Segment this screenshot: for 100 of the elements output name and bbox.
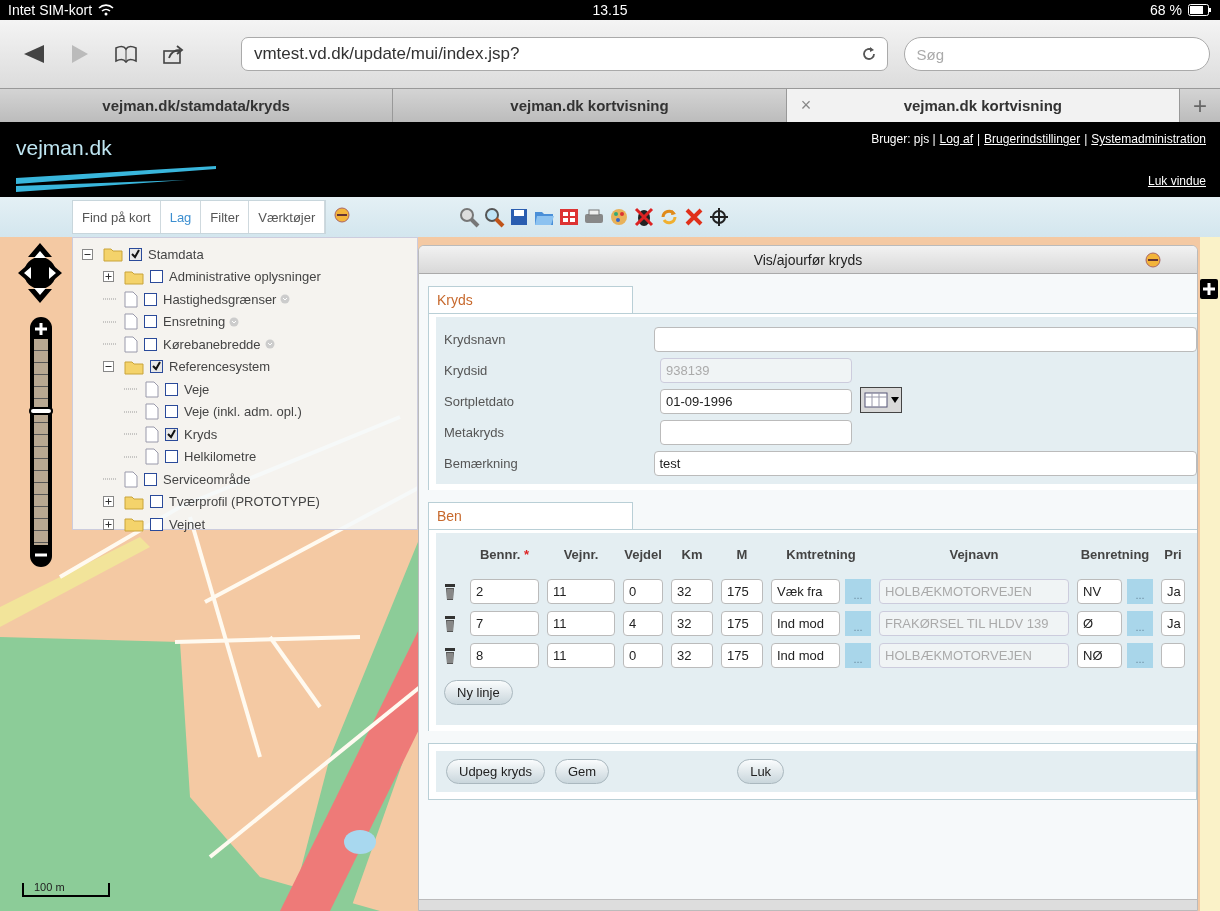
table-icon[interactable] bbox=[558, 206, 581, 228]
layer-label[interactable]: Vejnet bbox=[169, 516, 206, 532]
share-icon[interactable] bbox=[162, 44, 184, 64]
close-button[interactable]: Luk bbox=[737, 759, 785, 784]
add-row-button[interactable]: Ny linje bbox=[444, 680, 513, 705]
text-field[interactable] bbox=[653, 327, 1197, 352]
text-field[interactable]: NØ bbox=[1077, 643, 1122, 668]
layer-label[interactable]: Referencesystem bbox=[169, 359, 271, 375]
layer-label[interactable]: Veje (inkl. adm. opl.) bbox=[184, 404, 302, 420]
panel-tab[interactable]: Filter bbox=[201, 201, 250, 233]
layer-label[interactable]: Helkilometre bbox=[184, 449, 257, 465]
text-field[interactable]: 32 bbox=[671, 643, 713, 668]
text-field[interactable]: 0 bbox=[623, 643, 663, 668]
header-link[interactable]: Systemadministration bbox=[1091, 132, 1206, 146]
address-field[interactable]: vmtest.vd.dk/update/mui/index.jsp? bbox=[240, 37, 888, 71]
trash-icon[interactable] bbox=[444, 646, 456, 665]
checkbox[interactable] bbox=[165, 427, 178, 441]
section-tab[interactable]: Kryds bbox=[428, 286, 633, 313]
checkbox[interactable] bbox=[150, 360, 163, 374]
browser-tab[interactable]: vejman.dk kortvisning bbox=[393, 89, 787, 122]
text-field[interactable]: 11 bbox=[547, 643, 615, 668]
text-field[interactable]: Ø bbox=[1077, 611, 1122, 636]
checkbox[interactable] bbox=[144, 292, 157, 306]
layer-label[interactable]: Ensretning bbox=[163, 314, 226, 330]
expand-icon[interactable] bbox=[103, 518, 114, 530]
zoom-slider[interactable] bbox=[30, 317, 52, 567]
text-field[interactable]: NV bbox=[1077, 579, 1122, 604]
action-button[interactable]: Udpeg kryds bbox=[446, 759, 545, 784]
collapse-panel-icon[interactable] bbox=[334, 207, 351, 223]
layer-label[interactable]: Kryds bbox=[184, 426, 218, 442]
text-field[interactable]: Væk fra bbox=[771, 579, 840, 604]
layer-label[interactable]: Kørebanebredde bbox=[163, 336, 261, 352]
text-field[interactable]: 8 bbox=[470, 643, 539, 668]
tab-title[interactable]: vejman.dk kortvisning bbox=[903, 97, 1062, 114]
expand-icon[interactable] bbox=[103, 496, 114, 508]
text-field[interactable]: 175 bbox=[721, 579, 763, 604]
checkbox[interactable] bbox=[144, 315, 157, 329]
layer-label[interactable]: Hastighedsgrænser bbox=[163, 291, 277, 307]
checkbox[interactable] bbox=[150, 495, 163, 509]
trash-icon[interactable] bbox=[444, 582, 456, 601]
checkbox[interactable] bbox=[165, 382, 178, 396]
checkbox[interactable] bbox=[150, 270, 163, 284]
text-field[interactable]: 2 bbox=[470, 579, 539, 604]
panel-tab[interactable]: Værktøjer bbox=[249, 201, 326, 233]
text-field[interactable]: 11 bbox=[547, 611, 615, 636]
header-link[interactable]: Brugerindstillinger bbox=[984, 132, 1081, 146]
browser-tab[interactable]: × vejman.dk kortvisning bbox=[786, 89, 1180, 122]
text-field[interactable]: 175 bbox=[721, 611, 763, 636]
text-field[interactable]: Ja bbox=[1161, 579, 1185, 604]
section-tab[interactable]: Ben bbox=[428, 502, 633, 529]
text-field[interactable]: test bbox=[653, 451, 1197, 476]
back-icon[interactable] bbox=[22, 44, 46, 64]
checkbox[interactable] bbox=[150, 517, 163, 531]
text-field[interactable]: 11 bbox=[547, 579, 615, 604]
expand-icon[interactable] bbox=[103, 271, 114, 283]
plus-icon[interactable] bbox=[35, 323, 47, 335]
collapse-icon[interactable] bbox=[82, 248, 93, 260]
text-field[interactable]: 0 bbox=[623, 579, 663, 604]
zoom-tool-icon[interactable] bbox=[458, 206, 481, 228]
layer-label[interactable]: Tværprofil (PROTOTYPE) bbox=[169, 494, 320, 510]
tab-title[interactable]: vejman.dk kortvisning bbox=[510, 97, 669, 114]
browser-tab[interactable]: vejman.dk/stamdata/kryds bbox=[0, 89, 394, 122]
panel-tab[interactable]: Find på kort bbox=[73, 201, 161, 233]
header-link[interactable]: Log af bbox=[939, 132, 973, 146]
checkbox[interactable] bbox=[144, 472, 157, 486]
text-field[interactable]: Ja bbox=[1161, 611, 1185, 636]
checkbox[interactable] bbox=[144, 337, 157, 351]
text-field[interactable]: 7 bbox=[470, 611, 539, 636]
action-button[interactable]: Gem bbox=[555, 759, 610, 784]
expand-panel-icon[interactable] bbox=[1200, 279, 1218, 299]
crosshair-icon[interactable] bbox=[708, 206, 731, 228]
text-field[interactable]: 4 bbox=[623, 611, 663, 636]
search-icon[interactable] bbox=[483, 206, 506, 228]
calendar-icon[interactable] bbox=[860, 386, 902, 413]
close-window-link[interactable]: Luk vindue bbox=[1147, 174, 1206, 188]
text-field[interactable] bbox=[1161, 643, 1185, 668]
collapse-icon[interactable] bbox=[103, 361, 114, 373]
text-field[interactable] bbox=[660, 420, 852, 445]
layer-label[interactable]: Stamdata bbox=[148, 246, 204, 262]
text-field[interactable]: Ind mod bbox=[771, 643, 840, 668]
layer-label[interactable]: Administrative oplysninger bbox=[169, 269, 321, 285]
panel-tab[interactable]: Lag bbox=[160, 201, 202, 233]
trash-icon[interactable] bbox=[444, 614, 456, 633]
book-icon[interactable] bbox=[114, 45, 138, 63]
checkbox[interactable] bbox=[129, 247, 142, 261]
zoom-slider-thumb[interactable] bbox=[29, 407, 53, 416]
date-field[interactable]: 01-09-1996 bbox=[660, 389, 852, 414]
text-field[interactable]: 175 bbox=[721, 643, 763, 668]
tree-connector-line bbox=[103, 343, 116, 346]
checkbox[interactable] bbox=[165, 450, 178, 464]
text-field[interactable]: 32 bbox=[671, 611, 713, 636]
tab-title[interactable]: vejman.dk/stamdata/kryds bbox=[102, 97, 290, 114]
checkbox[interactable] bbox=[165, 405, 178, 419]
bug-icon[interactable] bbox=[633, 206, 656, 228]
text-field[interactable]: Ind mod bbox=[771, 611, 840, 636]
reload-icon[interactable] bbox=[860, 45, 877, 63]
layer-label[interactable]: Serviceområde bbox=[163, 471, 251, 487]
minimize-icon[interactable] bbox=[1145, 252, 1161, 268]
text-field[interactable]: 32 bbox=[671, 579, 713, 604]
layer-label[interactable]: Veje bbox=[184, 381, 210, 397]
